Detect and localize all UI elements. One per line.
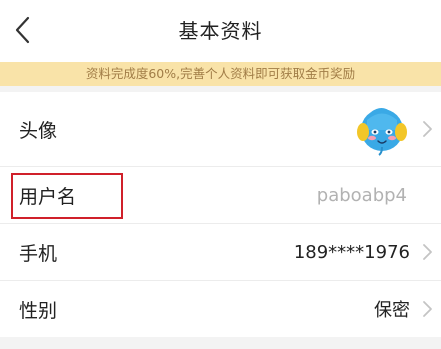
profile-screen: 基本资料 资料完成度60%,完善个人资料即可获取金币奖励 头像 用户名 pabo… xyxy=(0,0,441,349)
phone-row[interactable]: 手机 189****1976 xyxy=(0,224,441,281)
page-title: 基本资料 xyxy=(178,19,263,43)
username-value: paboabp4 xyxy=(316,184,407,206)
gender-row[interactable]: 性别 保密 xyxy=(0,281,441,337)
gender-row-label: 性别 xyxy=(19,299,58,322)
gender-value: 保密 xyxy=(374,300,410,321)
completion-banner: 资料完成度60%,完善个人资料即可获取金币奖励 xyxy=(0,62,441,86)
profile-list: 头像 用户名 paboabp4 手机 189****1976 性别 保密 xyxy=(0,92,441,337)
phone-value: 189****1976 xyxy=(293,241,410,263)
avatar xyxy=(355,102,409,156)
chevron-right-icon xyxy=(423,244,432,260)
chevron-right-icon xyxy=(423,301,432,317)
avatar-row[interactable]: 头像 xyxy=(0,92,441,167)
avatar-row-label: 头像 xyxy=(19,119,58,142)
nav-bar: 基本资料 xyxy=(0,0,441,62)
username-row[interactable]: 用户名 paboabp4 xyxy=(0,167,441,224)
chevron-right-icon xyxy=(423,121,432,137)
username-row-label: 用户名 xyxy=(19,185,77,208)
phone-row-label: 手机 xyxy=(19,242,58,265)
